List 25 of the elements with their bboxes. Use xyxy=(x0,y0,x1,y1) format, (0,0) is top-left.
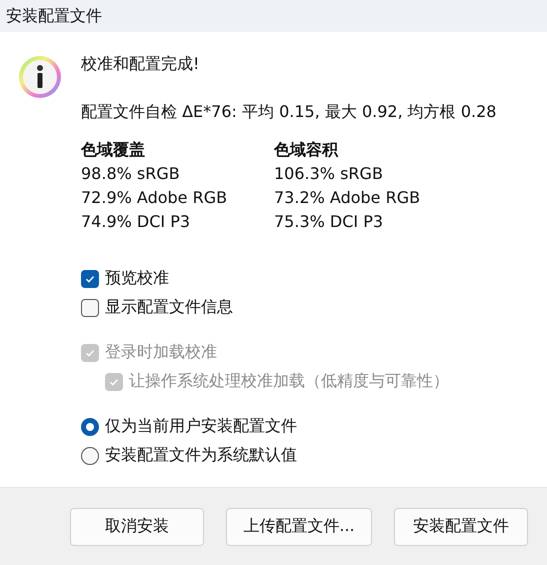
info-icon xyxy=(18,55,62,99)
gamut-value: 98.8% sRGB xyxy=(81,163,181,185)
dialog-button[interactable]: 取消安装 xyxy=(70,508,204,546)
gamut-heading: 色域覆盖 xyxy=(81,139,146,161)
window-title: 安装配置文件 xyxy=(6,6,102,26)
checkbox[interactable] xyxy=(81,270,99,288)
dialog-button[interactable]: 上传配置文件... xyxy=(226,508,372,546)
radio-button[interactable] xyxy=(81,446,99,464)
gamut-value: 73.2% Adobe RGB xyxy=(274,187,422,209)
radio-label: 仅为当前用户安装配置文件 xyxy=(105,416,297,437)
dialog-button[interactable]: 安装配置文件 xyxy=(394,508,528,546)
checkbox[interactable] xyxy=(81,298,99,316)
radio-label: 安装配置文件为系统默认值 xyxy=(105,445,297,466)
gamut-heading: 色域容积 xyxy=(274,139,340,161)
gamut-value: 106.3% sRGB xyxy=(274,163,384,185)
checkbox-label: 让操作系统处理校准加载（低精度与可靠性） xyxy=(129,371,449,392)
checkbox-label: 预览校准 xyxy=(105,268,169,289)
self-check-text: 配置文件自检 ΔE*76: 平均 0.15, 最大 0.92, 均方根 0.28 xyxy=(81,101,496,123)
checkbox-label: 显示配置文件信息 xyxy=(105,297,233,318)
message-heading: 校准和配置完成! xyxy=(81,53,200,75)
gamut-value: 75.3% DCI P3 xyxy=(274,211,384,233)
checkbox-label: 登录时加载校准 xyxy=(105,342,217,363)
radio-button[interactable] xyxy=(81,418,99,436)
gamut-value: 72.9% Adobe RGB xyxy=(81,187,228,209)
gamut-value: 74.9% DCI P3 xyxy=(81,211,192,233)
